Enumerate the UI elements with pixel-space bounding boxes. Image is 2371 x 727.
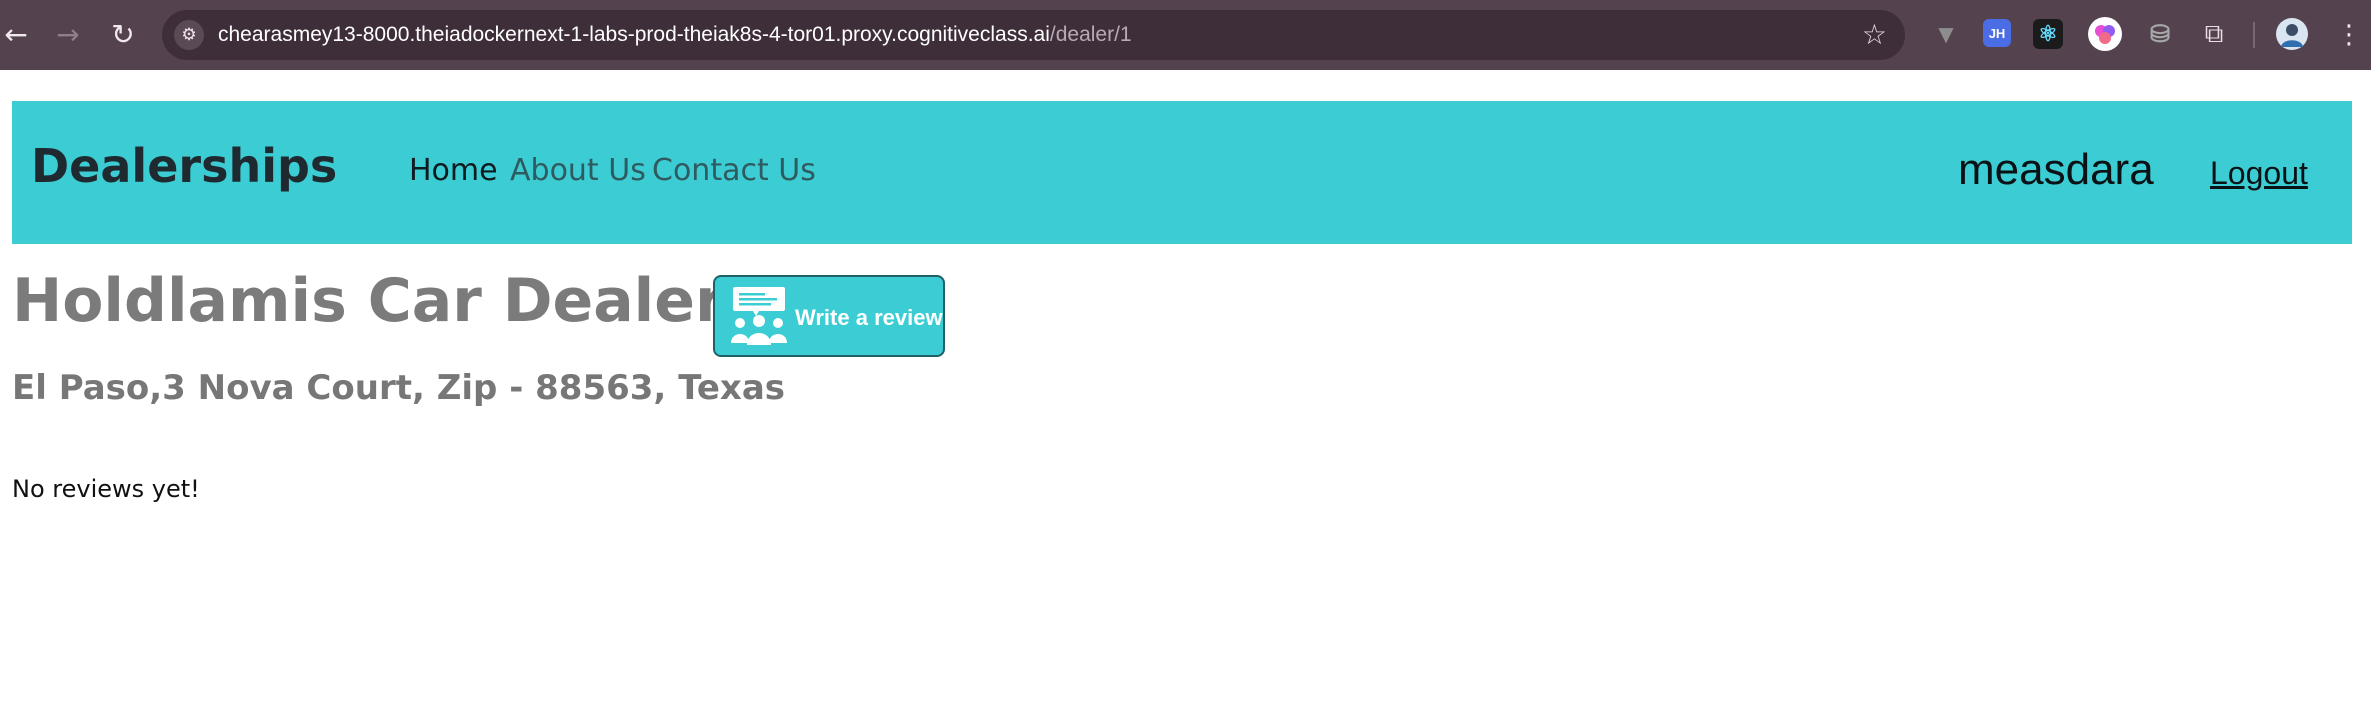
brand-title[interactable]: Dealerships (31, 139, 337, 193)
colorful-extension-icon[interactable] (2088, 17, 2122, 51)
profile-avatar-icon[interactable] (2276, 18, 2308, 50)
browser-toolbar: ← → ↻ ⚙ chearasmey13-8000.theiadockernex… (0, 0, 2371, 70)
avatar-glyph (2281, 24, 2303, 47)
write-review-label: Write a review (795, 305, 943, 330)
username-label: measdara (1958, 145, 2154, 194)
no-reviews-message: No reviews yet! (12, 475, 200, 503)
url-text[interactable]: chearasmey13-8000.theiadockernext-1-labs… (218, 23, 1132, 47)
back-icon[interactable]: ← (0, 15, 36, 55)
logout-link[interactable]: Logout (2210, 155, 2308, 192)
extensions-puzzle-icon[interactable]: ⧉ (2196, 16, 2232, 52)
reload-icon[interactable]: ↻ (103, 15, 143, 55)
nav-link-home[interactable]: Home (409, 153, 498, 188)
browser-menu-icon[interactable]: ⋮ (2329, 15, 2369, 55)
storage-extension-icon[interactable]: ⛁ (2142, 16, 2178, 52)
site-navbar: Dealerships Home About Us Contact Us mea… (12, 101, 2352, 244)
site-info-icon[interactable]: ⚙ (174, 20, 204, 50)
bookmark-star-icon[interactable]: ☆ (1862, 19, 1887, 51)
address-bar[interactable]: ⚙ chearasmey13-8000.theiadockernext-1-la… (162, 10, 1905, 60)
url-host: chearasmey13-8000.theiadockernext-1-labs… (218, 23, 1050, 46)
jh-extension-icon[interactable]: JH (1983, 19, 2011, 47)
forward-icon[interactable]: → (48, 15, 88, 55)
url-path: /dealer/1 (1049, 23, 1132, 46)
nav-link-about-us[interactable]: About Us (510, 153, 646, 188)
dealer-address: El Paso,3 Nova Court, Zip - 88563, Texas (12, 368, 786, 408)
toolbar-divider (2253, 22, 2255, 48)
nav-link-contact-us[interactable]: Contact Us (652, 153, 816, 188)
brain-glyph (2095, 25, 2115, 44)
review-people-icon (731, 287, 787, 345)
vue-devtools-icon[interactable]: ▼ (1928, 16, 1964, 52)
write-review-button[interactable]: Write a review (713, 275, 945, 357)
react-devtools-icon[interactable]: ⚛ (2033, 19, 2063, 49)
